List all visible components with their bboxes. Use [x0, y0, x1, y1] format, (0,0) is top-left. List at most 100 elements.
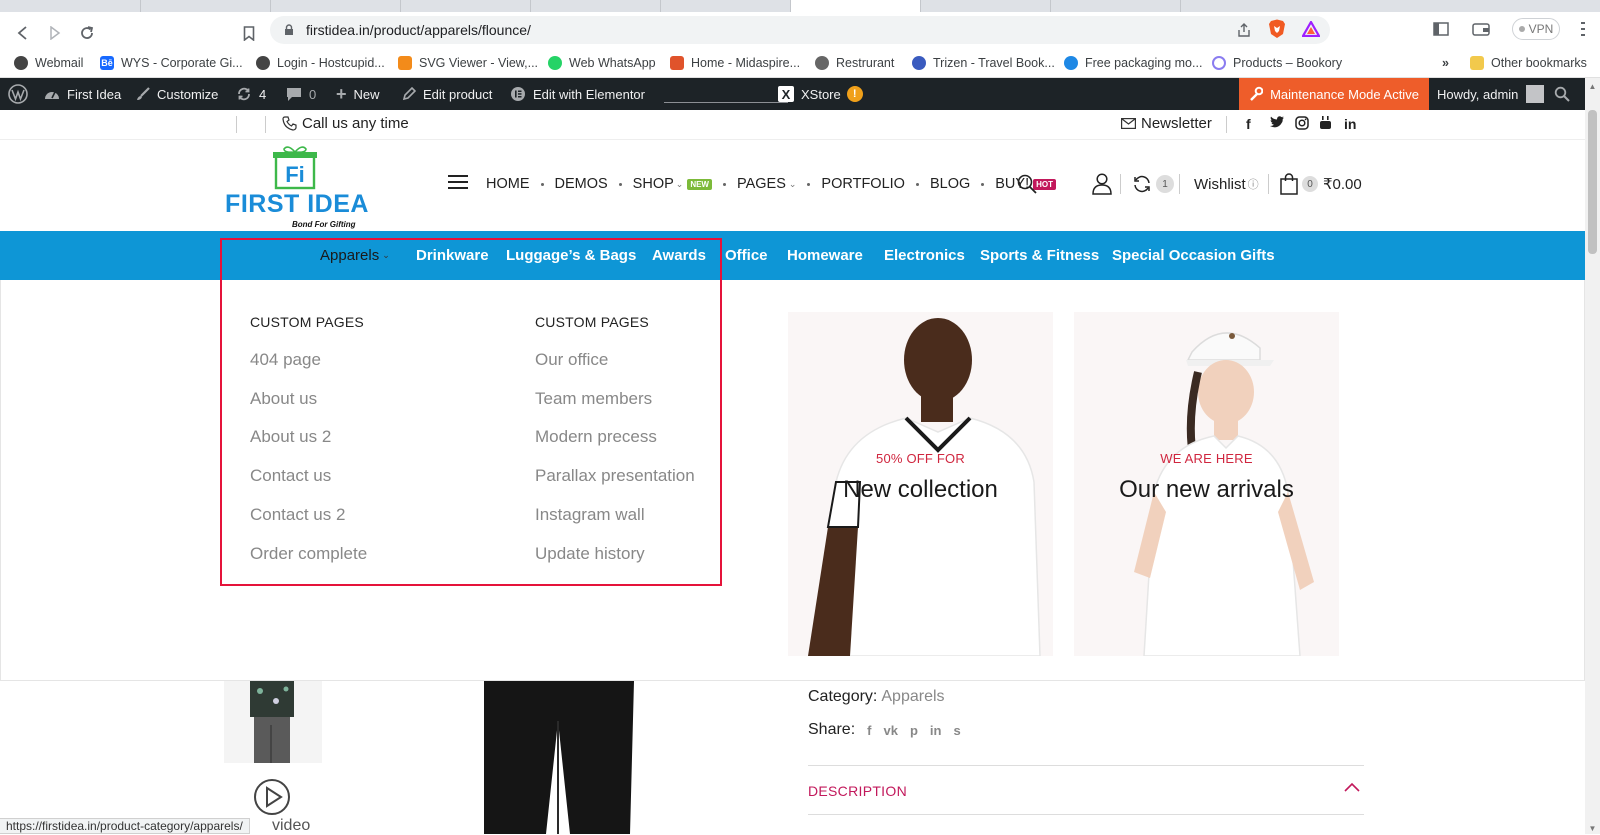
bookmark-item[interactable]: Login - Hostcupid... [256, 54, 385, 72]
video-play-button[interactable] [252, 777, 292, 817]
newsletter-link[interactable]: Newsletter [1121, 115, 1212, 132]
bookmark-item[interactable]: Trizen - Travel Book... [912, 54, 1055, 72]
compare-count-badge: 1 [1156, 175, 1174, 193]
bookmark-icon[interactable] [238, 22, 260, 44]
bookmark-item[interactable]: SVG Viewer - View,... [398, 54, 538, 72]
category-homeware[interactable]: Homeware [787, 231, 863, 280]
nav-shop[interactable]: SHOP ⌄ NEW [633, 176, 712, 192]
site-logo[interactable]: Fi FIRST IDEA Bond For Gifting [224, 146, 370, 229]
wp-admin-bar: First Idea Customize 4 0 + New Edit prod… [0, 78, 1585, 110]
trizen-icon [912, 56, 926, 70]
share-page-icon[interactable] [1236, 22, 1252, 38]
admin-search-icon[interactable] [1554, 78, 1570, 110]
bookmark-label: SVG Viewer - View,... [419, 56, 539, 70]
brave-shield-icon[interactable] [1266, 18, 1288, 40]
share-pinterest-icon[interactable]: p [910, 723, 918, 738]
search-icon[interactable] [1017, 174, 1037, 194]
nav-demos[interactable]: DEMOS [555, 176, 608, 192]
instagram-icon[interactable] [1295, 116, 1309, 130]
wallet-icon[interactable] [1470, 18, 1492, 40]
bookmark-item[interactable]: Products – Bookory [1212, 54, 1342, 72]
browser-menu-icon[interactable] [1572, 18, 1594, 40]
promo-new-collection[interactable]: 50% OFF FOR New collection [788, 312, 1053, 656]
category-electronics[interactable]: Electronics [884, 231, 965, 280]
bookmark-item[interactable]: Free packaging mo... [1064, 54, 1202, 72]
twitter-icon[interactable] [1270, 116, 1284, 128]
admin-customize-link[interactable]: Customize [136, 78, 218, 110]
admin-xstore-link[interactable]: X XStore ! [778, 78, 863, 110]
product-main-image[interactable] [334, 681, 778, 834]
category-sports-fitness[interactable]: Sports & Fitness [980, 231, 1099, 280]
category-label: Office [725, 247, 768, 264]
scroll-down-arrow[interactable]: ▼ [1588, 824, 1597, 833]
forward-icon[interactable] [44, 22, 66, 44]
browser-tab[interactable] [270, 0, 400, 12]
admin-edit-elementor-link[interactable]: Edit with Elementor [510, 78, 645, 110]
nav-home[interactable]: HOME [486, 176, 530, 192]
wishlist-link[interactable]: Wishlist ⓘ [1194, 172, 1259, 196]
nav-pages[interactable]: PAGES ⌄ [737, 176, 796, 192]
header-divider [1179, 172, 1180, 196]
logo-text: FIRST IDEA [225, 190, 369, 218]
bookmark-item[interactable]: Bē WYS - Corporate Gi... [100, 54, 243, 72]
nav-blog[interactable]: BLOG [930, 176, 970, 192]
other-bookmarks[interactable]: Other bookmarks [1470, 54, 1587, 72]
bookmark-item[interactable]: Web WhatsApp [548, 54, 656, 72]
brave-rewards-icon[interactable] [1300, 18, 1322, 40]
category-special-occasion-gifts[interactable]: Special Occasion Gifts [1112, 231, 1275, 280]
bookmark-label: Web WhatsApp [569, 56, 656, 70]
more-bookmarks-button[interactable]: » [1442, 54, 1449, 72]
browser-tab[interactable] [1180, 0, 1310, 12]
sidebar-toggle-icon[interactable] [1430, 18, 1452, 40]
browser-tab[interactable] [140, 0, 270, 12]
facebook-icon[interactable]: f [1246, 116, 1251, 132]
scroll-up-arrow[interactable]: ▲ [1588, 82, 1597, 91]
admin-updates-link[interactable]: 4 [236, 78, 266, 110]
admin-comments-link[interactable]: 0 [286, 78, 316, 110]
promo-kicker: WE ARE HERE [1160, 451, 1253, 466]
admin-edit-product-link[interactable]: Edit product [402, 78, 492, 110]
admin-account-menu[interactable]: Howdy, admin [1437, 78, 1545, 110]
browser-tab[interactable] [530, 0, 660, 12]
wordpress-logo-icon[interactable] [8, 78, 28, 110]
share-skype-icon[interactable]: s [953, 723, 960, 738]
scrollbar-thumb[interactable] [1588, 110, 1597, 254]
browser-tab[interactable] [660, 0, 790, 12]
share-linkedin-icon[interactable]: in [930, 723, 942, 738]
account-icon[interactable] [1092, 172, 1112, 196]
browser-tab[interactable] [1050, 0, 1180, 12]
bookmark-item[interactable]: Home - Midaspire... [670, 54, 800, 72]
compare-button[interactable]: 1 [1132, 172, 1174, 196]
browser-tab[interactable] [920, 0, 1050, 12]
reload-icon[interactable] [76, 22, 98, 44]
bookmark-item[interactable]: Restrurant [815, 54, 894, 72]
vpn-button[interactable]: VPN [1512, 18, 1560, 40]
call-us-link[interactable]: Call us any time [282, 115, 409, 132]
admin-site-link[interactable]: First Idea [44, 78, 121, 110]
promo-title: New collection [843, 476, 998, 503]
description-tab[interactable]: DESCRIPTION [808, 765, 1364, 815]
cart-button[interactable]: 0 ₹0.00 [1280, 172, 1362, 196]
share-vk-icon[interactable]: vk [883, 723, 897, 738]
bookmark-item[interactable]: Webmail [14, 54, 83, 72]
hamburger-menu-icon[interactable] [448, 175, 468, 189]
admin-new-link[interactable]: + New [336, 78, 380, 110]
nav-portfolio[interactable]: PORTFOLIO [821, 176, 905, 192]
category-office[interactable]: Office [725, 231, 768, 280]
product-thumbnail[interactable] [224, 681, 322, 763]
browser-tab[interactable] [400, 0, 530, 12]
youtube-icon[interactable] [1319, 116, 1332, 130]
category-meta-link[interactable]: Apparels [881, 688, 944, 706]
category-label: Homeware [787, 247, 863, 264]
maintenance-mode-button[interactable]: Maintenance Mode Active [1239, 78, 1429, 110]
linkedin-icon[interactable]: in [1344, 116, 1356, 132]
share-facebook-icon[interactable]: f [867, 723, 871, 738]
back-icon[interactable] [12, 22, 34, 44]
whatsapp-icon [548, 56, 562, 70]
admin-comments-count: 0 [309, 86, 317, 102]
address-bar[interactable]: firstidea.in/product/apparels/flounce/ [270, 16, 1330, 44]
browser-tab-active[interactable] [790, 0, 920, 12]
promo-new-arrivals[interactable]: WE ARE HERE Our new arrivals [1074, 312, 1339, 656]
shopping-bag-icon [1280, 173, 1298, 195]
nav-label: SHOP [632, 176, 674, 192]
